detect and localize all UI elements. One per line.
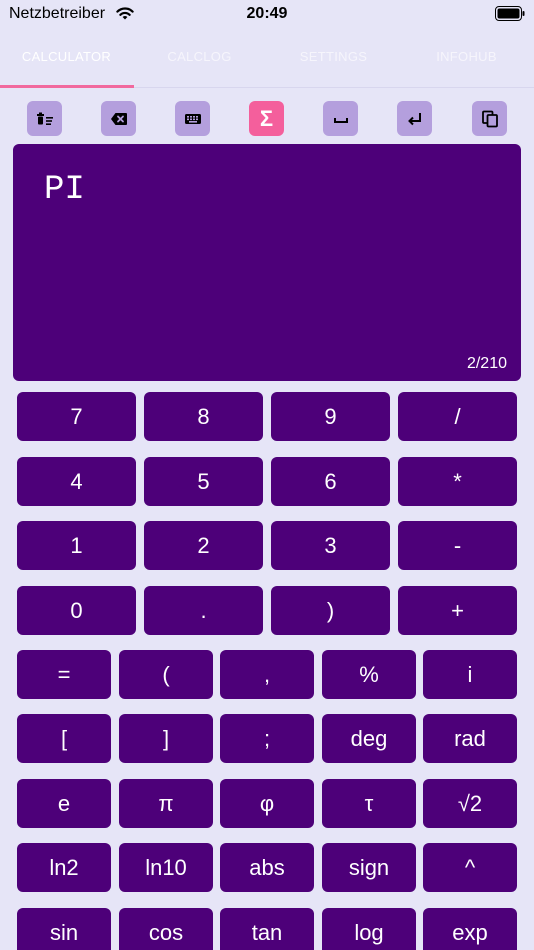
status-bar: Netzbetreiber 20:49 xyxy=(0,0,534,30)
key-tau[interactable]: τ xyxy=(322,779,416,828)
sigma-icon: Σ xyxy=(259,105,274,131)
key-close-paren[interactable]: ) xyxy=(271,586,390,635)
key-8[interactable]: 8 xyxy=(144,392,263,441)
key-sqrt2[interactable]: √2 xyxy=(423,779,517,828)
key-minus[interactable]: - xyxy=(398,521,517,570)
key-ln10[interactable]: ln10 xyxy=(119,843,213,892)
key-decimal[interactable]: . xyxy=(144,586,263,635)
key-multiply[interactable]: * xyxy=(398,457,517,506)
key-sign[interactable]: sign xyxy=(322,843,416,892)
key-2[interactable]: 2 xyxy=(144,521,263,570)
expression-text: PI xyxy=(44,171,85,209)
key-percent[interactable]: % xyxy=(322,650,416,699)
tab-calculator[interactable]: CALCULATOR xyxy=(0,40,133,88)
key-ln2[interactable]: ln2 xyxy=(17,843,111,892)
keyboard-button[interactable] xyxy=(175,101,210,136)
return-button[interactable] xyxy=(397,101,432,136)
copy-icon xyxy=(481,110,498,127)
key-abs[interactable]: abs xyxy=(220,843,314,892)
battery-icon xyxy=(495,6,525,21)
key-deg[interactable]: deg xyxy=(322,714,416,763)
key-divide[interactable]: / xyxy=(398,392,517,441)
key-open-paren[interactable]: ( xyxy=(119,650,213,699)
key-1[interactable]: 1 xyxy=(17,521,136,570)
key-7[interactable]: 7 xyxy=(17,392,136,441)
tab-calclog[interactable]: CALCLOG xyxy=(133,40,266,88)
clear-all-button[interactable] xyxy=(27,101,62,136)
key-cos[interactable]: cos xyxy=(119,908,213,950)
keyboard-icon xyxy=(184,113,201,124)
space-button[interactable] xyxy=(323,101,358,136)
key-log[interactable]: log xyxy=(322,908,416,950)
key-6[interactable]: 6 xyxy=(271,457,390,506)
clear-all-icon xyxy=(36,112,53,125)
key-exp[interactable]: exp xyxy=(423,908,517,950)
key-tan[interactable]: tan xyxy=(220,908,314,950)
key-3[interactable]: 3 xyxy=(271,521,390,570)
copy-button[interactable] xyxy=(472,101,507,136)
key-equals[interactable]: = xyxy=(17,650,111,699)
key-comma[interactable]: , xyxy=(220,650,314,699)
expression-display[interactable]: PI 2/210 xyxy=(13,144,521,381)
key-imaginary[interactable]: i xyxy=(423,650,517,699)
key-e[interactable]: e xyxy=(17,779,111,828)
tab-infohub[interactable]: INFOHUB xyxy=(400,40,533,88)
key-sin[interactable]: sin xyxy=(17,908,111,950)
tab-settings[interactable]: SETTINGS xyxy=(267,40,400,88)
toolbar: Σ xyxy=(0,101,534,137)
key-0[interactable]: 0 xyxy=(17,586,136,635)
backspace-button[interactable] xyxy=(101,101,136,136)
key-close-bracket[interactable]: ] xyxy=(119,714,213,763)
sigma-button[interactable]: Σ xyxy=(249,101,284,136)
character-counter: 2/210 xyxy=(466,355,507,372)
key-semicolon[interactable]: ; xyxy=(220,714,314,763)
key-power[interactable]: ^ xyxy=(423,843,517,892)
tab-indicator xyxy=(0,85,134,88)
space-icon xyxy=(333,117,348,123)
tab-bar: CALCULATOR CALCLOG SETTINGS INFOHUB xyxy=(0,40,534,88)
key-pi[interactable]: π xyxy=(119,779,213,828)
backspace-icon xyxy=(110,112,127,125)
key-5[interactable]: 5 xyxy=(144,457,263,506)
clock: 20:49 xyxy=(246,5,288,22)
key-4[interactable]: 4 xyxy=(17,457,136,506)
key-rad[interactable]: rad xyxy=(423,714,517,763)
key-plus[interactable]: + xyxy=(398,586,517,635)
return-icon xyxy=(407,112,421,125)
key-phi[interactable]: φ xyxy=(220,779,314,828)
key-9[interactable]: 9 xyxy=(271,392,390,441)
key-open-bracket[interactable]: [ xyxy=(17,714,111,763)
